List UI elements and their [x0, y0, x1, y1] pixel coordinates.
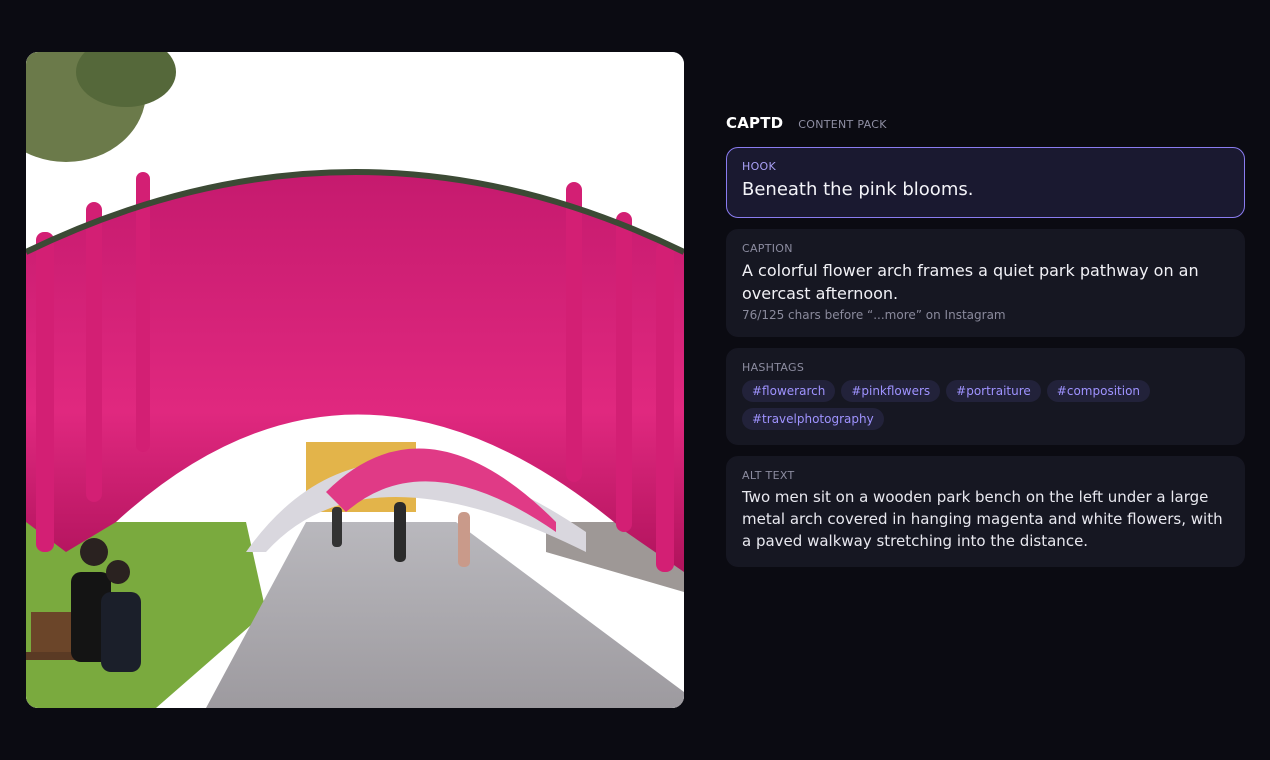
caption-text: A colorful flower arch frames a quiet pa… [742, 261, 1199, 303]
hashtag-list: #flowerarch #pinkflowers #portraiture #c… [742, 380, 1229, 430]
content-pack-panel: CAPTD CONTENT PACK HOOK Beneath the pink… [726, 114, 1245, 578]
hashtag-chip[interactable]: #pinkflowers [841, 380, 941, 402]
alt-text-label: ALT TEXT [742, 469, 795, 482]
hook-label: HOOK [742, 160, 777, 173]
hashtag-chip[interactable]: #portraiture [946, 380, 1041, 402]
caption-card[interactable]: CAPTION A colorful flower arch frames a … [726, 229, 1245, 337]
hashtags-card[interactable]: HASHTAGS #flowerarch #pinkflowers #portr… [726, 348, 1245, 445]
brand-header: CAPTD CONTENT PACK [726, 114, 1245, 134]
flower-arch-photo [26, 52, 684, 708]
caption-char-count: 76/125 chars before “...more” on Instagr… [742, 308, 1006, 322]
hashtags-label: HASHTAGS [742, 361, 805, 374]
preview-photo [26, 52, 684, 708]
hashtag-chip[interactable]: #travelphotography [742, 408, 884, 430]
alt-text-card[interactable]: ALT TEXT Two men sit on a wooden park be… [726, 456, 1245, 567]
hook-card[interactable]: HOOK Beneath the pink blooms. [726, 147, 1245, 218]
caption-label: CAPTION [742, 242, 793, 255]
hashtag-chip[interactable]: #composition [1046, 380, 1151, 402]
brand-name: CAPTD [726, 114, 784, 132]
brand-subtitle: CONTENT PACK [798, 118, 887, 131]
alt-text-body: Two men sit on a wooden park bench on th… [742, 488, 1223, 550]
hook-text: Beneath the pink blooms. [742, 179, 974, 200]
hashtag-chip[interactable]: #flowerarch [742, 380, 836, 402]
